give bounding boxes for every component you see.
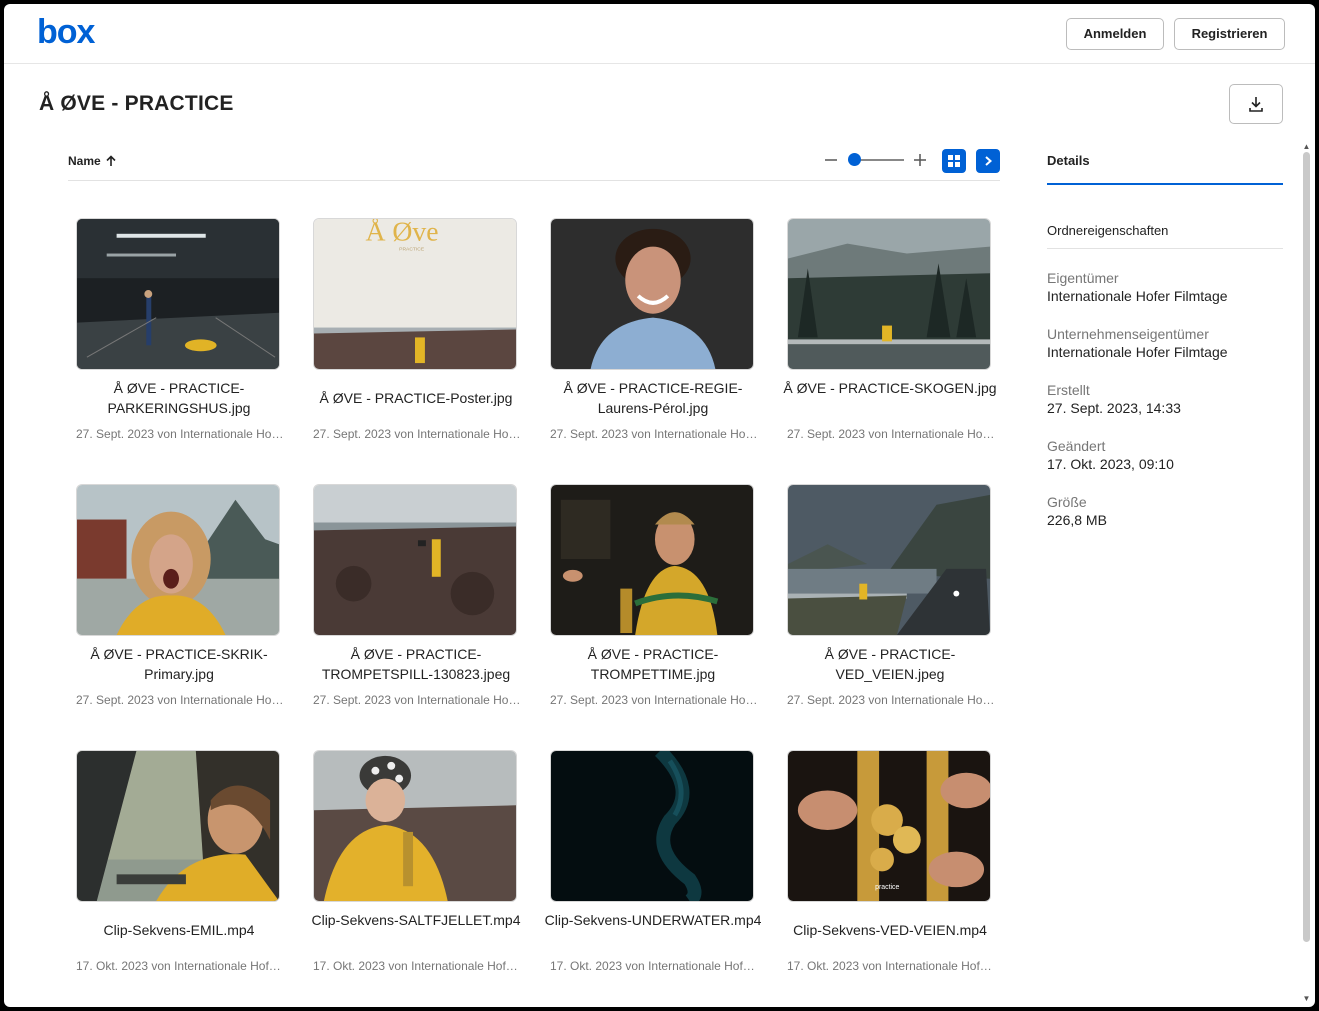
- file-thumbnail[interactable]: [313, 750, 517, 902]
- app-window: box Anmelden Registrieren Å ØVE - PRACTI…: [4, 4, 1315, 1007]
- zoom-out-icon[interactable]: [824, 152, 838, 168]
- chevron-right-icon: [985, 156, 993, 166]
- sort-by-name-button[interactable]: Name: [68, 154, 117, 168]
- folder-properties-heading: Ordnereigenschaften: [1047, 223, 1283, 249]
- scroll-down-arrow[interactable]: ▼: [1302, 994, 1311, 1003]
- file-name[interactable]: Å ØVE - PRACTICE-VED_VEIEN.jpeg: [777, 644, 1003, 684]
- property-modified: Geändert 17. Okt. 2023, 09:10: [1047, 437, 1283, 473]
- property-enterprise-owner: Unternehmenseigentümer Internationale Ho…: [1047, 325, 1283, 361]
- zoom-in-icon[interactable]: [913, 152, 927, 168]
- file-meta: 27. Sept. 2023 von Internationale Hofer …: [550, 427, 760, 441]
- top-bar: box Anmelden Registrieren: [4, 4, 1315, 64]
- property-created: Erstellt 27. Sept. 2023, 14:33: [1047, 381, 1283, 417]
- property-label: Geändert: [1047, 438, 1106, 454]
- zoom-slider-handle[interactable]: [848, 153, 861, 166]
- poster-subtitle: PRACTICE: [399, 247, 425, 253]
- file-thumbnail[interactable]: [550, 484, 754, 636]
- file-name[interactable]: Å ØVE - PRACTICE-TROMPETTIME.jpg: [540, 644, 766, 684]
- file-meta: 27. Sept. 2023 von Internationale Hofer …: [550, 693, 760, 707]
- tab-details[interactable]: Details: [1047, 144, 1283, 185]
- file-meta: 27. Sept. 2023 von Internationale Hofer …: [76, 693, 286, 707]
- property-owner: Eigentümer Internationale Hofer Filmtage: [1047, 269, 1283, 305]
- file-name[interactable]: Å ØVE - PRACTICE-TROMPETSPILL-130823.jpe…: [303, 644, 529, 684]
- property-value: Internationale Hofer Filmtage: [1047, 288, 1228, 304]
- file-name[interactable]: Clip-Sekvens-SALTFJELLET.mp4: [303, 910, 529, 930]
- file-meta: 27. Sept. 2023 von Internationale Hofer …: [313, 693, 523, 707]
- file-name[interactable]: Clip-Sekvens-UNDERWATER.mp4: [540, 910, 766, 930]
- file-meta: 27. Sept. 2023 von Internationale Hofer …: [787, 693, 997, 707]
- property-label: Erstellt: [1047, 382, 1090, 398]
- sort-label: Name: [68, 154, 101, 168]
- file-meta: 27. Sept. 2023 von Internationale Hofer …: [76, 427, 286, 441]
- property-label: Unternehmenseigentümer: [1047, 326, 1209, 342]
- file-thumbnail[interactable]: Å Øve PRACTICE: [313, 218, 517, 370]
- list-toolbar: Name: [68, 144, 1000, 181]
- file-thumbnail[interactable]: [550, 218, 754, 370]
- logo-text: box: [37, 14, 96, 48]
- login-button[interactable]: Anmelden: [1066, 18, 1164, 50]
- details-sidebar: Details Ordnereigenschaften Eigentümer I…: [1047, 144, 1283, 529]
- grid-icon: [948, 155, 960, 167]
- file-name[interactable]: Clip-Sekvens-EMIL.mp4: [66, 920, 292, 940]
- scrollbar-thumb[interactable]: [1303, 152, 1310, 942]
- arrow-up-icon: [106, 155, 116, 166]
- property-label: Größe: [1047, 494, 1087, 510]
- grid-view-button[interactable]: [942, 149, 966, 173]
- file-name[interactable]: Å ØVE - PRACTICE-SKRIK-Primary.jpg: [66, 644, 292, 684]
- file-thumbnail[interactable]: [76, 218, 280, 370]
- file-thumbnail[interactable]: [550, 750, 754, 902]
- file-meta: 27. Sept. 2023 von Internationale Hofer …: [787, 427, 997, 441]
- property-value: Internationale Hofer Filmtage: [1047, 344, 1228, 360]
- file-meta: 17. Okt. 2023 von Internationale Hofer F…: [550, 959, 760, 973]
- file-thumbnail[interactable]: [787, 218, 991, 370]
- file-meta: 17. Okt. 2023 von Internationale Hofer F…: [787, 959, 997, 973]
- file-meta: 17. Okt. 2023 von Internationale Hofer F…: [313, 959, 523, 973]
- file-thumbnail[interactable]: [787, 484, 991, 636]
- download-button[interactable]: [1229, 84, 1283, 124]
- property-value: 27. Sept. 2023, 14:33: [1047, 400, 1181, 416]
- property-size: Größe 226,8 MB: [1047, 493, 1283, 529]
- property-value: 226,8 MB: [1047, 512, 1107, 528]
- file-meta: 27. Sept. 2023 von Internationale Hofer …: [313, 427, 523, 441]
- file-thumbnail[interactable]: [76, 484, 280, 636]
- file-name[interactable]: Å ØVE - PRACTICE-PARKERINGSHUS.jpg: [66, 378, 292, 418]
- sidebar-toggle-button[interactable]: [976, 149, 1000, 173]
- page-title: Å ØVE - PRACTICE: [39, 92, 234, 115]
- file-name[interactable]: Å ØVE - PRACTICE-REGIE-Laurens-Pérol.jpg: [540, 378, 766, 418]
- poster-title: Å Øve: [365, 219, 438, 247]
- file-name[interactable]: Å ØVE - PRACTICE-SKOGEN.jpg: [777, 378, 1003, 398]
- file-thumbnail[interactable]: [76, 750, 280, 902]
- register-button[interactable]: Registrieren: [1174, 18, 1285, 50]
- file-name[interactable]: Clip-Sekvens-VED-VEIEN.mp4: [777, 920, 1003, 940]
- property-label: Eigentümer: [1047, 270, 1119, 286]
- file-thumbnail[interactable]: practice: [787, 750, 991, 902]
- download-icon: [1249, 97, 1263, 112]
- scroll-up-arrow[interactable]: ▲: [1302, 142, 1311, 151]
- file-name[interactable]: Å ØVE - PRACTICE-Poster.jpg: [303, 388, 529, 408]
- property-value: 17. Okt. 2023, 09:10: [1047, 456, 1174, 472]
- file-meta: 17. Okt. 2023 von Internationale Hofer F…: [76, 959, 286, 973]
- box-logo[interactable]: box: [37, 13, 97, 53]
- clip-overlay-text: practice: [875, 884, 899, 891]
- file-thumbnail[interactable]: [313, 484, 517, 636]
